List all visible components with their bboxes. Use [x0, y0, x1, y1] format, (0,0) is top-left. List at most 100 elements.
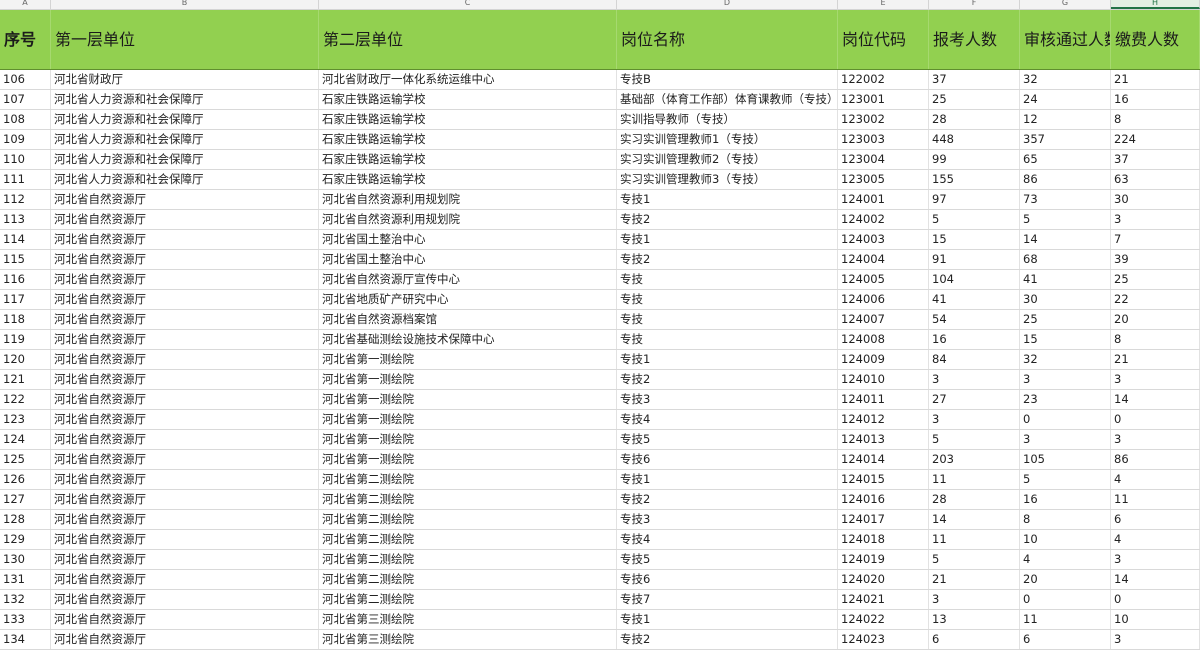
table-cell[interactable]: 河北省第一测绘院: [319, 370, 617, 389]
table-cell[interactable]: 专技: [617, 270, 838, 289]
table-cell[interactable]: 16: [929, 330, 1020, 349]
table-cell[interactable]: 专技1: [617, 190, 838, 209]
table-cell[interactable]: 127: [0, 490, 51, 509]
table-cell[interactable]: 110: [0, 150, 51, 169]
table-cell[interactable]: 15: [929, 230, 1020, 249]
table-cell[interactable]: 8: [1111, 110, 1200, 129]
table-cell[interactable]: 32: [1020, 70, 1111, 89]
table-cell[interactable]: 河北省自然资源利用规划院: [319, 190, 617, 209]
table-cell[interactable]: 123005: [838, 170, 929, 189]
table-cell[interactable]: 专技5: [617, 550, 838, 569]
table-cell[interactable]: 30: [1111, 190, 1200, 209]
table-cell[interactable]: 122002: [838, 70, 929, 89]
table-cell[interactable]: 63: [1111, 170, 1200, 189]
table-cell[interactable]: 专技3: [617, 510, 838, 529]
table-cell[interactable]: 8: [1111, 330, 1200, 349]
table-cell[interactable]: 203: [929, 450, 1020, 469]
table-cell[interactable]: 石家庄铁路运输学校: [319, 90, 617, 109]
table-cell[interactable]: 专技6: [617, 450, 838, 469]
column-header-b[interactable]: B: [51, 0, 319, 9]
table-cell[interactable]: 97: [929, 190, 1020, 209]
table-cell[interactable]: 4: [1111, 530, 1200, 549]
table-cell[interactable]: 121: [0, 370, 51, 389]
table-cell[interactable]: 124016: [838, 490, 929, 509]
table-cell[interactable]: 124006: [838, 290, 929, 309]
table-cell[interactable]: 0: [1020, 410, 1111, 429]
table-cell[interactable]: 123: [0, 410, 51, 429]
table-cell[interactable]: 专技: [617, 290, 838, 309]
table-cell[interactable]: 124005: [838, 270, 929, 289]
table-cell[interactable]: 3: [1111, 430, 1200, 449]
table-cell[interactable]: 河北省人力资源和社会保障厅: [51, 130, 319, 149]
table-cell[interactable]: 专技6: [617, 570, 838, 589]
table-cell[interactable]: 石家庄铁路运输学校: [319, 150, 617, 169]
table-cell[interactable]: 5: [929, 430, 1020, 449]
table-cell[interactable]: 114: [0, 230, 51, 249]
table-cell[interactable]: 21: [1111, 70, 1200, 89]
table-cell[interactable]: 河北省基础测绘设施技术保障中心: [319, 330, 617, 349]
table-cell[interactable]: 13: [929, 610, 1020, 629]
table-cell[interactable]: 25: [929, 90, 1020, 109]
table-cell[interactable]: 84: [929, 350, 1020, 369]
table-cell[interactable]: 11: [929, 530, 1020, 549]
table-cell[interactable]: 124012: [838, 410, 929, 429]
table-cell[interactable]: 专技: [617, 330, 838, 349]
header-cell[interactable]: 序号: [0, 10, 51, 69]
table-cell[interactable]: 12: [1020, 110, 1111, 129]
table-cell[interactable]: 357: [1020, 130, 1111, 149]
table-cell[interactable]: 专技1: [617, 610, 838, 629]
table-cell[interactable]: 河北省自然资源厅: [51, 250, 319, 269]
header-cell[interactable]: 岗位名称: [617, 10, 838, 69]
table-cell[interactable]: 124008: [838, 330, 929, 349]
table-cell[interactable]: 3: [929, 590, 1020, 609]
table-cell[interactable]: 实训指导教师（专技）: [617, 110, 838, 129]
table-cell[interactable]: 20: [1020, 570, 1111, 589]
table-cell[interactable]: 124015: [838, 470, 929, 489]
table-cell[interactable]: 108: [0, 110, 51, 129]
table-cell[interactable]: 16: [1111, 90, 1200, 109]
table-cell[interactable]: 3: [1111, 630, 1200, 649]
table-cell[interactable]: 专技2: [617, 250, 838, 269]
table-cell[interactable]: 河北省第一测绘院: [319, 350, 617, 369]
table-cell[interactable]: 河北省第二测绘院: [319, 590, 617, 609]
table-cell[interactable]: 25: [1020, 310, 1111, 329]
table-cell[interactable]: 20: [1111, 310, 1200, 329]
table-cell[interactable]: 河北省自然资源厅: [51, 190, 319, 209]
column-header-f[interactable]: F: [929, 0, 1020, 9]
table-cell[interactable]: 河北省财政厅一体化系统运维中心: [319, 70, 617, 89]
table-cell[interactable]: 5: [1020, 210, 1111, 229]
table-cell[interactable]: 10: [1111, 610, 1200, 629]
table-cell[interactable]: 河北省人力资源和社会保障厅: [51, 170, 319, 189]
table-cell[interactable]: 124021: [838, 590, 929, 609]
table-cell[interactable]: 122: [0, 390, 51, 409]
table-cell[interactable]: 河北省自然资源厅: [51, 490, 319, 509]
table-cell[interactable]: 117: [0, 290, 51, 309]
table-cell[interactable]: 125: [0, 450, 51, 469]
table-cell[interactable]: 河北省自然资源厅: [51, 410, 319, 429]
header-cell[interactable]: 审核通过人数: [1020, 10, 1111, 69]
table-cell[interactable]: 23: [1020, 390, 1111, 409]
table-cell[interactable]: 河北省自然资源厅: [51, 270, 319, 289]
table-cell[interactable]: 实习实训管理教师3（专技）: [617, 170, 838, 189]
table-cell[interactable]: 124002: [838, 210, 929, 229]
table-cell[interactable]: 124023: [838, 630, 929, 649]
table-cell[interactable]: 22: [1111, 290, 1200, 309]
table-cell[interactable]: 105: [1020, 450, 1111, 469]
column-header-e[interactable]: E: [838, 0, 929, 9]
table-cell[interactable]: 120: [0, 350, 51, 369]
table-cell[interactable]: 河北省自然资源利用规划院: [319, 210, 617, 229]
table-cell[interactable]: 124022: [838, 610, 929, 629]
table-cell[interactable]: 124001: [838, 190, 929, 209]
table-cell[interactable]: 实习实训管理教师2（专技）: [617, 150, 838, 169]
table-cell[interactable]: 27: [929, 390, 1020, 409]
table-cell[interactable]: 3: [1111, 210, 1200, 229]
table-cell[interactable]: 河北省第一测绘院: [319, 410, 617, 429]
table-cell[interactable]: 河北省自然资源厅: [51, 610, 319, 629]
column-header-d[interactable]: D: [617, 0, 838, 9]
table-cell[interactable]: 107: [0, 90, 51, 109]
table-cell[interactable]: 124: [0, 430, 51, 449]
table-cell[interactable]: 73: [1020, 190, 1111, 209]
table-cell[interactable]: 3: [1020, 430, 1111, 449]
column-header-h[interactable]: H: [1111, 0, 1200, 9]
table-cell[interactable]: 河北省自然资源厅宣传中心: [319, 270, 617, 289]
